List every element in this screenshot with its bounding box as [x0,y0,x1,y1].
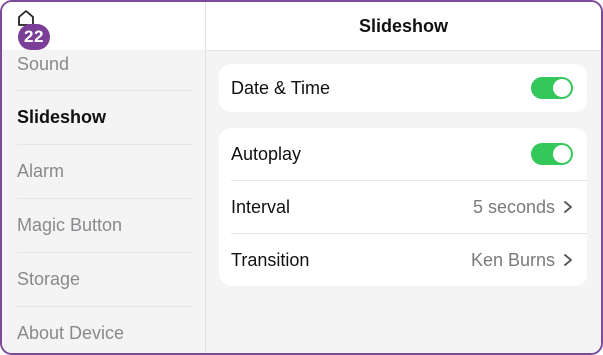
sidebar-item-label: Magic Button [17,215,123,235]
autoplay-label: Autoplay [231,143,302,164]
autoplay-row: Autoplay [231,128,587,180]
sidebar-item-sound[interactable]: Sound [17,38,192,91]
sidebar: 22 Sound Slideshow Alarm Magic Button St… [2,2,206,353]
transition-value: Ken Burns [470,249,555,270]
chevron-right-icon [564,201,572,213]
chevron-right-icon [564,254,572,266]
toggle-knob [553,79,571,97]
sidebar-item-slideshow[interactable]: Slideshow [17,91,192,145]
toggle-knob [553,145,571,163]
date-time-toggle[interactable] [531,77,573,99]
sidebar-item-label: Sound [17,53,70,74]
sidebar-item-alarm[interactable]: Alarm [17,145,192,199]
sidebar-item-label: Slideshow [17,107,107,127]
sidebar-item-storage[interactable]: Storage [17,253,192,307]
sidebar-item-label: About Device [17,323,125,343]
slideshow-settings-card: Autoplay Interval 5 seconds Transition K… [219,128,587,286]
sidebar-item-label: Storage [17,269,81,289]
app-window: 22 Sound Slideshow Alarm Magic Button St… [0,0,603,355]
date-time-row: Date & Time [231,64,587,112]
interval-label: Interval [231,196,291,217]
transition-row[interactable]: Transition Ken Burns [231,233,587,286]
page-title: Slideshow [206,2,601,51]
transition-label: Transition [231,249,310,270]
date-time-label: Date & Time [231,77,331,98]
sidebar-list: Sound Slideshow Alarm Magic Button Stora… [2,38,205,353]
sidebar-item-label: Alarm [17,161,65,181]
main-panel: Slideshow Date & Time Autoplay Interval … [206,2,601,353]
transition-value-group: Ken Burns [471,250,573,271]
date-time-card: Date & Time [219,64,587,112]
autoplay-toggle[interactable] [531,143,573,165]
sidebar-item-magic-button[interactable]: Magic Button [17,199,192,253]
sidebar-item-about-device[interactable]: About Device [17,307,192,353]
interval-value-group: 5 seconds [473,197,573,218]
interval-value: 5 seconds [472,196,555,217]
interval-row[interactable]: Interval 5 seconds [231,180,587,233]
